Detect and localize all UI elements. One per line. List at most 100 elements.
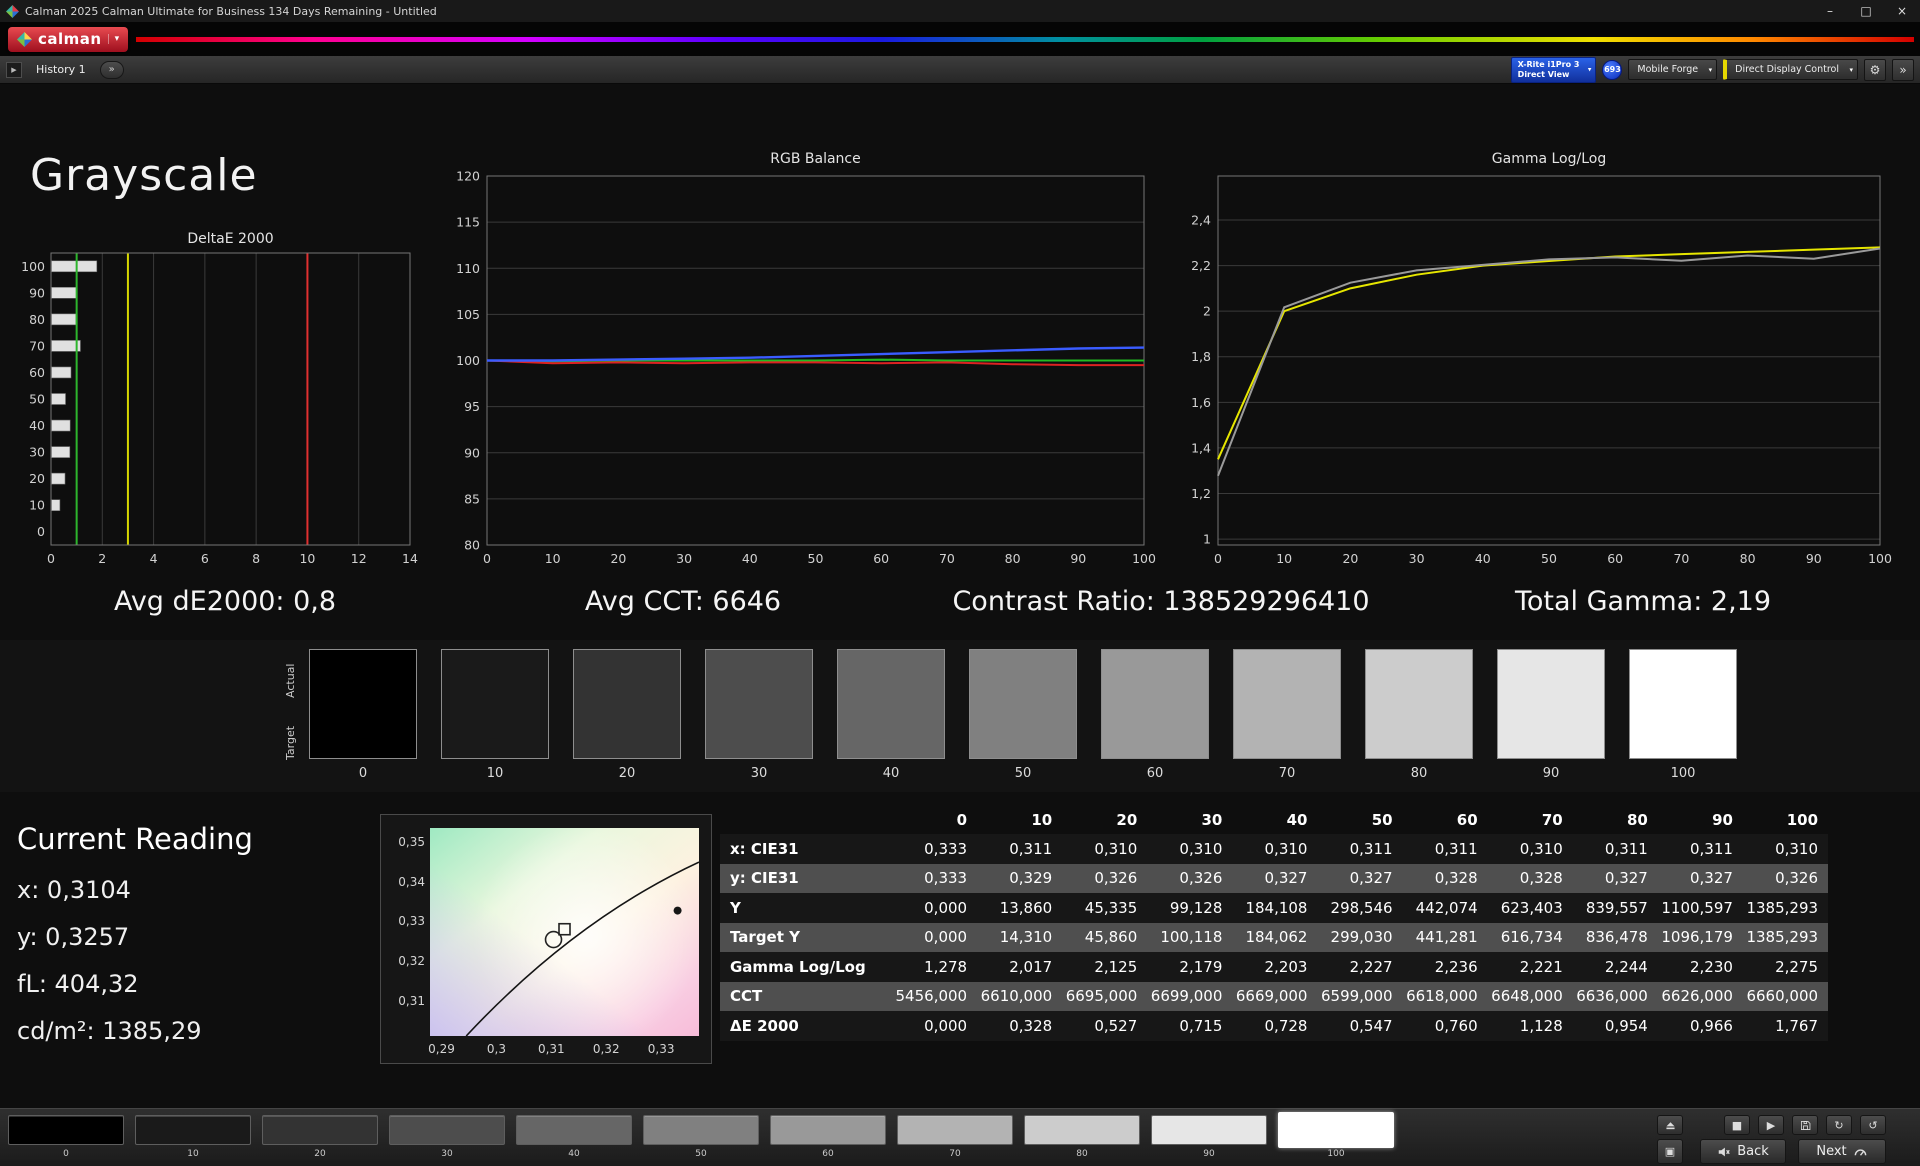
source-dropdown[interactable]: Mobile Forge ▾ [1628,59,1717,80]
eject-button[interactable] [1657,1115,1683,1135]
layout-icon: ▣ [1665,1145,1675,1158]
table-cell: 1385,293 [1743,899,1828,917]
table-cell: 0,326 [1743,869,1828,887]
table-header-cell: 70 [1488,811,1573,829]
table-cell: 0,310 [1062,840,1147,858]
meter-dropdown[interactable]: X-Rite i1Pro 3 Direct View ▾ [1511,57,1597,83]
pattern-button-40[interactable] [516,1115,632,1145]
svg-text:85: 85 [464,491,480,506]
svg-text:1: 1 [1203,532,1211,547]
table-cell: 0,326 [1147,869,1232,887]
contrast-ratio-stat: Contrast Ratio: 138529296410 [952,586,1369,617]
table-cell: 0,310 [1232,840,1317,858]
display-control-dropdown[interactable]: Direct Display Control ▾ [1723,59,1858,80]
svg-text:70: 70 [29,338,45,353]
svg-text:80: 80 [1005,551,1021,566]
table-cell: 1100,597 [1658,899,1743,917]
table-cell: 2,236 [1403,958,1488,976]
table-row: ΔE 20000,0000,3280,5270,7150,7280,5470,7… [720,1011,1828,1041]
grayscale-swatch-0 [309,649,417,759]
deltae-bar-50 [52,394,66,405]
pattern-button-70[interactable] [897,1115,1013,1145]
pattern-button-label: 40 [516,1149,632,1159]
table-cell: 0,715 [1147,1017,1232,1035]
grayscale-swatch-100 [1629,649,1737,759]
svg-text:4: 4 [150,551,158,566]
settings-button[interactable]: ⚙ [1864,59,1886,81]
tab-history-1[interactable]: History 1 [30,60,92,79]
expand-panel-button[interactable]: ▶ [6,62,22,78]
table-cell: 0,327 [1573,869,1658,887]
pattern-button-60[interactable] [770,1115,886,1145]
reference-dot-marker [674,907,682,915]
grayscale-swatch-label: 50 [969,766,1077,781]
svg-text:2,2: 2,2 [1191,258,1211,273]
grayscale-swatch-40 [837,649,945,759]
more-options-button[interactable]: » [1892,59,1914,81]
rgb-chart-title: RGB Balance [770,151,860,167]
table-row-label: Gamma Log/Log [720,958,892,976]
back-button[interactable]: Back [1700,1139,1786,1164]
table-cell: 45,860 [1062,928,1147,946]
pattern-button-80[interactable] [1024,1115,1140,1145]
grayscale-swatch-90 [1497,649,1605,759]
stop-button[interactable]: ■ [1724,1115,1750,1135]
table-cell: 0,327 [1232,869,1317,887]
pattern-button-90[interactable] [1151,1115,1267,1145]
pattern-button-10[interactable] [135,1115,251,1145]
table-cell: 2,017 [977,958,1062,976]
history-nav-button[interactable]: » [100,61,124,79]
svg-text:50: 50 [808,551,824,566]
layout-button[interactable]: ▣ [1657,1139,1683,1164]
table-row-label: y: CIE31 [720,869,892,887]
refresh-button[interactable]: ↻ [1826,1115,1852,1135]
svg-text:10: 10 [299,551,315,566]
svg-text:60: 60 [1607,551,1623,566]
table-cell: 2,221 [1488,958,1573,976]
table-cell: 0,311 [1403,840,1488,858]
minimize-button[interactable]: – [1812,0,1848,22]
table-cell: 0,310 [1147,840,1232,858]
pattern-button-label: 90 [1151,1149,1267,1159]
grayscale-swatch-30 [705,649,813,759]
table-cell: 0,000 [892,899,977,917]
deltae-bar-90 [52,287,77,298]
close-button[interactable]: × [1884,0,1920,22]
pattern-button-0[interactable] [8,1115,124,1145]
rgb-line-blue [487,348,1144,361]
display-control-label: Direct Display Control [1735,64,1839,75]
deltae-2000-chart: DeltaE 200010090807060504030201000246810… [25,228,425,580]
table-cell: 616,734 [1488,928,1573,946]
table-cell: 1385,293 [1743,928,1828,946]
svg-text:10: 10 [545,551,561,566]
grayscale-swatch-80 [1365,649,1473,759]
chevron-down-icon: ▾ [1709,66,1713,74]
titlebar: Calman 2025 Calman Ultimate for Business… [0,0,1920,22]
actual-row-label: Actual [284,650,300,712]
maximize-button[interactable]: □ [1848,0,1884,22]
svg-text:0: 0 [47,551,55,566]
pattern-button-20[interactable] [262,1115,378,1145]
play-button[interactable]: ▶ [1758,1115,1784,1135]
table-cell: 1,128 [1488,1017,1573,1035]
pattern-button-100[interactable] [1278,1112,1394,1148]
table-cell: 0,966 [1658,1017,1743,1035]
calman-app-icon [6,5,19,18]
svg-text:60: 60 [29,365,45,380]
double-chevron-icon: » [1899,63,1906,77]
deltae-bar-100 [52,261,97,272]
svg-text:10: 10 [29,498,45,513]
svg-text:90: 90 [29,285,45,300]
pattern-button-50[interactable] [643,1115,759,1145]
pattern-button-30[interactable] [389,1115,505,1145]
table-cell: 442,074 [1403,899,1488,917]
calman-menu-button[interactable]: calman ▾ [8,27,128,52]
table-row-label: Y [720,899,892,917]
pattern-button-label: 20 [262,1149,378,1159]
next-button[interactable]: Next [1798,1139,1886,1164]
table-cell: 2,179 [1147,958,1232,976]
svg-text:14: 14 [402,551,418,566]
svg-text:8: 8 [252,551,260,566]
loop-button[interactable]: ↺ [1860,1115,1886,1135]
save-button[interactable] [1792,1115,1818,1135]
